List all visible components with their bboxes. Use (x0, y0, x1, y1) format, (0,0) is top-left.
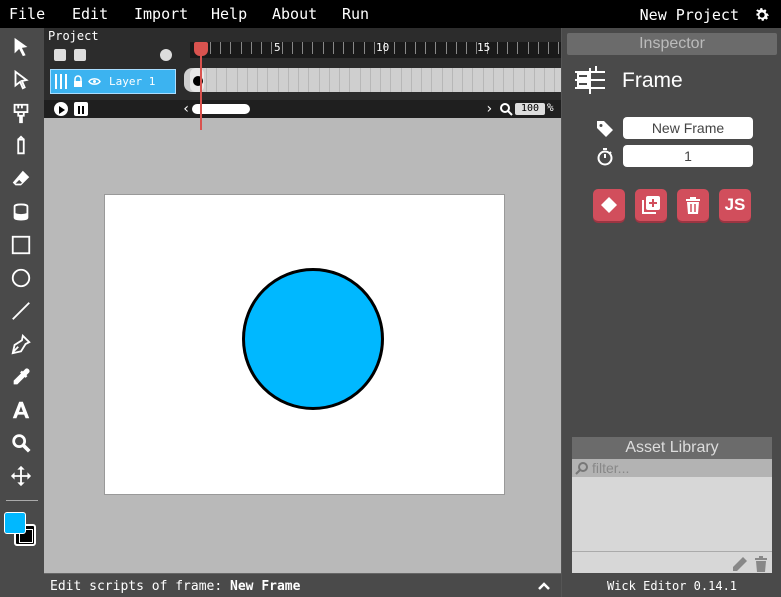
stage[interactable] (104, 194, 505, 495)
frame-ruler[interactable]: 5 10 15 (190, 41, 561, 58)
script-bar-frame-name: New Frame (230, 579, 301, 594)
inspector-panel: Inspector Frame New Frame 1 JS Asset Lib… (561, 28, 781, 597)
zoom-icon[interactable] (9, 431, 33, 455)
add-layer-icon[interactable] (54, 49, 66, 61)
rectangle-icon[interactable] (9, 233, 33, 257)
script-bar-prefix: Edit scripts of frame: (50, 579, 231, 594)
pan-icon[interactable] (9, 464, 33, 488)
script-bar-text[interactable]: Edit scripts of frame: New Frame (50, 579, 300, 594)
frame-name-input[interactable]: New Frame (623, 117, 753, 139)
ruler-label-10: 10 (376, 41, 390, 54)
menu-import[interactable]: Import (134, 5, 188, 23)
layer-label: Layer 1 (109, 75, 156, 88)
line-icon[interactable] (9, 299, 33, 323)
eye-icon[interactable] (88, 77, 101, 86)
tag-icon (597, 121, 613, 137)
cursor-icon[interactable] (9, 35, 33, 59)
timeline: Project 5 10 15 Layer 1 ‹ › 100 % (44, 28, 561, 130)
menu-about[interactable]: About (272, 5, 317, 23)
chevron-up-icon[interactable] (537, 580, 551, 592)
drag-handle-icon[interactable] (54, 74, 68, 89)
canvas-area[interactable] (44, 118, 561, 573)
playhead[interactable] (194, 42, 208, 56)
fill-color-swatch[interactable] (4, 512, 26, 534)
menu-edit[interactable]: Edit (72, 5, 108, 23)
playhead-line (200, 56, 202, 130)
search-icon (575, 462, 588, 475)
trash-icon[interactable] (754, 556, 768, 572)
inspector-title: Inspector (567, 33, 777, 55)
onion-skin-icon[interactable] (160, 49, 172, 61)
pencil-icon[interactable] (9, 134, 33, 158)
toolbar (0, 28, 44, 597)
path-cursor-icon[interactable] (9, 68, 33, 92)
zoom-icon (500, 103, 513, 116)
menu-help[interactable]: Help (211, 5, 247, 23)
frames-row[interactable] (184, 68, 561, 92)
pen-icon[interactable] (9, 332, 33, 356)
eyedropper-icon[interactable] (9, 365, 33, 389)
tween-keyframe-button[interactable] (593, 189, 625, 221)
brush-icon[interactable] (9, 101, 33, 125)
stopwatch-icon (597, 148, 613, 166)
ruler-label-5: 5 (274, 41, 281, 54)
timeline-controls: ‹ › 100 % (44, 100, 561, 118)
asset-library: Asset Library filter... (572, 437, 772, 573)
timeline-zoom-input[interactable]: 100 (515, 103, 545, 115)
pencil-icon[interactable] (732, 556, 748, 572)
selection-title: Frame (622, 69, 683, 92)
text-icon[interactable] (9, 398, 33, 422)
zoom-percent-label: % (547, 101, 554, 114)
ruler-label-15: 15 (477, 41, 491, 54)
chevron-left-icon[interactable]: ‹ (182, 101, 190, 117)
lock-icon[interactable] (73, 75, 83, 88)
duplicate-frame-button[interactable] (635, 189, 667, 221)
version-label: Wick Editor 0.14.1 (606, 579, 738, 593)
edit-script-button[interactable]: JS (719, 189, 751, 221)
frame-icon (575, 66, 605, 94)
toolbar-divider (6, 500, 38, 501)
script-bar[interactable]: Edit scripts of frame: New Frame (44, 573, 561, 597)
layer-row[interactable]: Layer 1 (50, 69, 176, 94)
circle-shape[interactable] (242, 268, 384, 410)
chevron-right-icon[interactable]: › (485, 101, 493, 117)
ellipse-icon[interactable] (9, 266, 33, 290)
play-button[interactable] (54, 102, 68, 116)
menu-run[interactable]: Run (342, 5, 369, 23)
eraser-icon[interactable] (9, 167, 33, 191)
menu-file[interactable]: File (9, 5, 45, 23)
delete-layer-icon[interactable] (74, 49, 86, 61)
menubar: File Edit Import Help About Run New Proj… (0, 0, 781, 28)
project-name[interactable]: New Project (640, 6, 739, 24)
asset-library-actions (572, 551, 772, 573)
fill-bucket-icon[interactable] (9, 200, 33, 224)
frame-length-input[interactable]: 1 (623, 145, 753, 167)
pause-button[interactable] (74, 102, 88, 116)
timeline-project-label: Project (48, 29, 99, 43)
delete-frame-button[interactable] (677, 189, 709, 221)
gear-icon[interactable] (753, 6, 771, 24)
asset-library-title: Asset Library (572, 437, 772, 459)
asset-filter-input[interactable]: filter... (572, 459, 772, 477)
